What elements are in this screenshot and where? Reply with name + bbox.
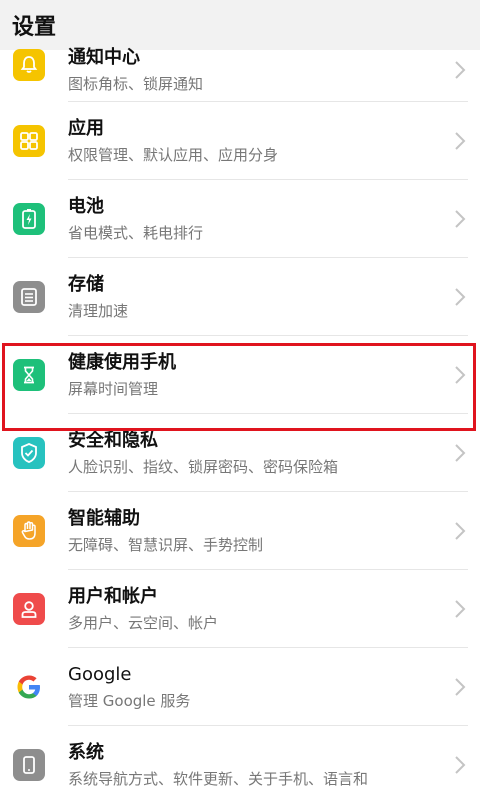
item-title: 存储: [68, 273, 104, 295]
battery-icon: [13, 203, 45, 235]
apps-grid-icon: [13, 125, 45, 157]
item-subtitle: 清理加速: [68, 301, 129, 320]
item-subtitle: 无障碍、智慧识屏、手势控制: [68, 535, 264, 554]
item-title: 用户和帐户: [68, 585, 158, 607]
bell-icon: [13, 49, 45, 81]
settings-item-smart-assistance[interactable]: 智能辅助 无障碍、智慧识屏、手势控制: [0, 492, 480, 570]
storage-icon: [13, 281, 45, 313]
item-title: 通知中心: [68, 46, 140, 68]
shield-icon: [13, 437, 45, 469]
chevron-right-icon: [455, 522, 466, 540]
item-subtitle: 管理 Google 服务: [68, 691, 191, 710]
settings-item-google[interactable]: Google 管理 Google 服务: [0, 648, 480, 726]
item-subtitle: 屏幕时间管理: [68, 379, 159, 398]
chevron-right-icon: [455, 132, 466, 150]
settings-item-storage[interactable]: 存储 清理加速: [0, 258, 480, 336]
hand-icon: [13, 515, 45, 547]
settings-header: 设置: [0, 0, 480, 50]
chevron-right-icon: [455, 366, 466, 384]
settings-item-digital-balance[interactable]: 健康使用手机 屏幕时间管理: [0, 336, 480, 414]
item-title: 智能辅助: [68, 507, 140, 529]
chevron-right-icon: [455, 288, 466, 306]
item-title: 电池: [68, 195, 104, 217]
item-title: 健康使用手机: [68, 351, 176, 373]
item-title: Google: [68, 663, 132, 685]
chevron-right-icon: [455, 210, 466, 228]
item-subtitle: 人脸识别、指纹、锁屏密码、密码保险箱: [68, 457, 339, 476]
user-icon: [13, 593, 45, 625]
settings-item-system[interactable]: 系统 系统导航方式、软件更新、关于手机、语言和: [0, 726, 480, 804]
chevron-right-icon: [455, 61, 466, 79]
settings-list: 通知中心 图标角标、锁屏通知 应用 权限管理、默认应用、应用分身 电池 省电模式…: [0, 47, 480, 804]
chevron-right-icon: [455, 444, 466, 462]
item-title: 安全和隐私: [68, 429, 158, 451]
settings-item-apps[interactable]: 应用 权限管理、默认应用、应用分身: [0, 102, 480, 180]
settings-item-users-accounts[interactable]: 用户和帐户 多用户、云空间、帐户: [0, 570, 480, 648]
page-title: 设置: [12, 15, 57, 40]
chevron-right-icon: [455, 756, 466, 774]
hourglass-icon: [13, 359, 45, 391]
item-subtitle: 省电模式、耗电排行: [68, 223, 204, 242]
settings-item-security-privacy[interactable]: 安全和隐私 人脸识别、指纹、锁屏密码、密码保险箱: [0, 414, 480, 492]
phone-icon: [13, 749, 45, 781]
item-subtitle: 多用户、云空间、帐户: [68, 613, 219, 632]
settings-item-battery[interactable]: 电池 省电模式、耗电排行: [0, 180, 480, 258]
settings-item-notification-center[interactable]: 通知中心 图标角标、锁屏通知: [0, 47, 480, 102]
google-icon: [13, 671, 45, 703]
item-subtitle: 权限管理、默认应用、应用分身: [68, 145, 279, 164]
item-title: 应用: [68, 117, 104, 139]
chevron-right-icon: [455, 678, 466, 696]
chevron-right-icon: [455, 600, 466, 618]
item-title: 系统: [68, 741, 104, 763]
item-subtitle: 图标角标、锁屏通知: [68, 74, 204, 93]
item-subtitle: 系统导航方式、软件更新、关于手机、语言和: [68, 769, 369, 788]
